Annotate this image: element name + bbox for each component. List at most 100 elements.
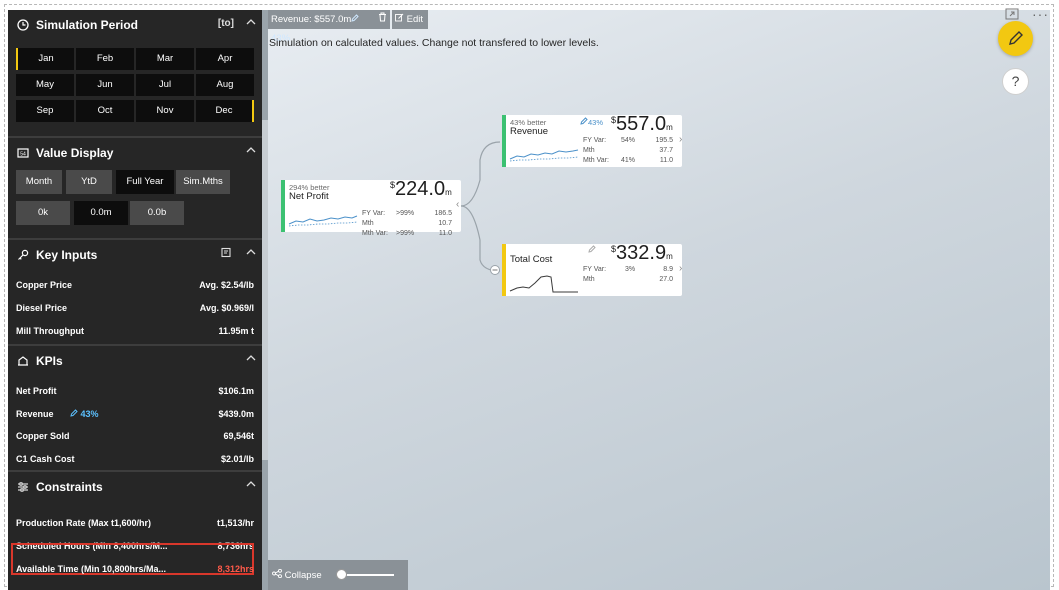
simulation-period-section: Simulation Period [to] Jan Feb Mar Apr M… — [8, 10, 262, 134]
kpi-label: Copper Sold — [16, 431, 70, 441]
kpi-card-net-profit[interactable]: 294% better Net Profit $224.0m FY Var: >9… — [281, 178, 461, 237]
month-button-aug[interactable]: Aug — [196, 74, 254, 96]
kpi-row[interactable]: Revenue 43% $439.0m — [16, 409, 254, 425]
metric-pct: >99% — [396, 230, 415, 237]
constraints-section: Constraints Production Rate (Max t1,600/… — [8, 470, 262, 590]
metric-label: Mth Var: — [583, 157, 609, 164]
chevron-up-icon[interactable] — [246, 16, 256, 30]
zoom-slider-handle[interactable] — [336, 569, 347, 580]
kpi-card-revenue[interactable]: 43% better 43% Revenue $557.0m FY Var: 54… — [502, 113, 682, 167]
month-button-jul[interactable]: Jul — [136, 74, 194, 96]
value-display-header[interactable]: 54 Value Display — [8, 138, 262, 168]
simulation-period-header[interactable]: Simulation Period [to] — [8, 10, 262, 40]
kpi-row[interactable]: Net Profit $106.1m — [16, 386, 254, 402]
value-unit: m — [666, 252, 673, 261]
zoom-slider-track[interactable] — [340, 574, 394, 576]
card-main-value: $332.9m — [611, 242, 673, 265]
sparkline — [509, 149, 579, 162]
kpi-change-badge: 43% — [70, 409, 99, 419]
display-icon: 54 — [17, 147, 29, 159]
period-button-month[interactable]: Month — [16, 170, 62, 194]
key-input-row[interactable]: Mill Throughput 11.95m t — [16, 326, 254, 342]
month-button-nov[interactable]: Nov — [136, 100, 194, 122]
constraints-header[interactable]: Constraints — [8, 472, 262, 502]
constraint-label: Available Time (Min 10,800hrs/Ma... — [16, 564, 167, 574]
chevron-up-icon[interactable] — [246, 144, 256, 158]
driver-tree-canvas: Revenue: $557.0m43% Edit Simulation on c… — [268, 10, 1050, 590]
value-display-section: 54 Value Display Month YtD Full Year Sim… — [8, 136, 262, 236]
key-input-row[interactable]: Copper Price Avg. $2.54/lb — [16, 280, 254, 296]
simulation-side-panel: Simulation Period [to] Jan Feb Mar Apr M… — [8, 10, 262, 590]
month-button-dec[interactable]: Dec — [196, 100, 254, 122]
card-title: Total Cost — [510, 254, 553, 265]
kpi-value: $2.01/lb — [220, 454, 254, 464]
edit-mode-button[interactable] — [998, 21, 1033, 56]
section-title: Constraints — [36, 480, 103, 494]
metric-label: Mth — [583, 147, 595, 154]
period-button-sim-mths[interactable]: Sim.Mths — [176, 170, 230, 194]
kpi-row[interactable]: C1 Cash Cost $2.01/lb — [16, 454, 254, 470]
collapse-bar: Collapse — [268, 560, 408, 590]
constraint-value: t1,513/hr — [216, 518, 254, 528]
kpi-value: $106.1m — [218, 386, 254, 396]
chevron-up-icon[interactable] — [246, 352, 256, 366]
metric-pct: 41% — [621, 157, 636, 164]
month-button-may[interactable]: May — [16, 74, 74, 96]
metric-value: 11.0 — [659, 157, 673, 164]
positive-accent-bar — [502, 115, 506, 167]
period-button-ytd[interactable]: YtD — [66, 170, 112, 194]
key-input-label: Diesel Price — [16, 303, 68, 313]
metric-pct: >99% — [396, 210, 415, 217]
help-button[interactable]: ? — [1002, 68, 1029, 95]
kpi-value: 69,546t — [223, 431, 254, 441]
key-inputs-header[interactable]: Key Inputs — [8, 240, 262, 270]
chevron-up-icon[interactable] — [246, 246, 256, 260]
currency-symbol: $ — [611, 244, 617, 254]
month-button-sep[interactable]: Sep — [16, 100, 74, 122]
chevron-up-icon[interactable] — [246, 478, 256, 492]
month-button-jan[interactable]: Jan — [16, 48, 74, 70]
change-pct: 43% — [588, 118, 604, 127]
value-number: 224.0 — [395, 178, 446, 200]
chevron-right-icon[interactable]: › — [679, 134, 682, 145]
scale-button-billions[interactable]: 0.0b — [130, 201, 184, 225]
month-button-apr[interactable]: Apr — [196, 48, 254, 70]
chevron-left-icon[interactable]: ‹ — [456, 199, 459, 210]
more-options-icon[interactable]: ··· — [1032, 6, 1049, 22]
key-input-row[interactable]: Diesel Price Avg. $0.969/l — [16, 303, 254, 319]
range-to-toggle[interactable]: [to] — [218, 18, 234, 29]
key-input-label: Copper Price — [16, 280, 73, 290]
card-title: Revenue — [510, 126, 549, 137]
key-icon — [17, 249, 29, 261]
chevron-right-icon[interactable]: › — [679, 263, 682, 274]
metric-value: 37.7 — [659, 147, 673, 154]
month-button-jun[interactable]: Jun — [76, 74, 134, 96]
kpis-header[interactable]: KPIs — [8, 346, 262, 376]
value-number: 332.9 — [616, 242, 667, 264]
tree-connectors — [460, 141, 501, 275]
positive-accent-bar — [281, 180, 285, 232]
constraint-row-violated[interactable]: Available Time (Min 10,800hrs/Ma... 8,31… — [16, 564, 254, 580]
pencil-icon — [1009, 31, 1023, 45]
month-button-oct[interactable]: Oct — [76, 100, 134, 122]
period-button-full-year[interactable]: Full Year — [116, 170, 174, 194]
kpi-value: $439.0m — [218, 409, 254, 419]
simulated-change-badge[interactable]: 43% — [580, 117, 603, 127]
month-button-feb[interactable]: Feb — [76, 48, 134, 70]
constraint-row[interactable]: Production Rate (Max t1,600/hr) t1,513/h… — [16, 518, 254, 534]
kpi-badge-value: 43% — [80, 409, 99, 419]
month-button-mar[interactable]: Mar — [136, 48, 194, 70]
kpi-icon — [17, 355, 29, 367]
metric-value: 186.5 — [434, 210, 452, 217]
pencil-icon[interactable] — [588, 245, 596, 255]
constraint-value: 8,312hrs — [217, 564, 254, 574]
notes-icon[interactable] — [221, 247, 232, 261]
value-number: 557.0 — [616, 113, 667, 135]
collapse-button[interactable]: Collapse — [272, 568, 322, 581]
scale-button-thousands[interactable]: 0k — [16, 201, 70, 225]
scale-button-millions[interactable]: 0.0m — [74, 201, 128, 225]
metric-value: 8.9 — [663, 266, 673, 273]
kpi-card-total-cost[interactable]: Total Cost $332.9m FY Var: 3% 8.9 Mth 27.0 … — [502, 242, 682, 296]
kpi-row[interactable]: Copper Sold 69,546t — [16, 431, 254, 447]
tree-icon — [272, 568, 282, 579]
